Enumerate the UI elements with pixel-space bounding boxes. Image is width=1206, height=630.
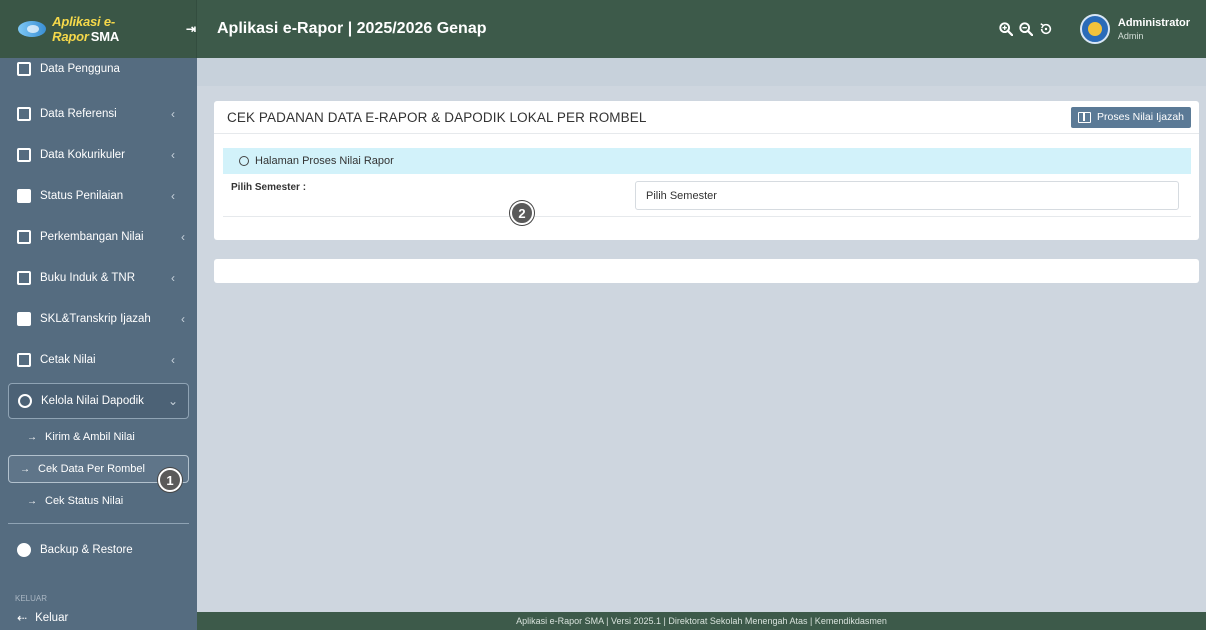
sidebar-item-perkembangan-nilai[interactable]: Perkembangan Nilai ‹ <box>0 219 197 255</box>
top-bar: Aplikasi e-Rapor SMA ⇥ Aplikasi e-Rapor |… <box>0 0 1206 58</box>
sidebar-item-backup-restore[interactable]: Backup & Restore <box>0 532 197 568</box>
logout-link[interactable]: ⇠ Keluar <box>0 611 197 625</box>
brand[interactable]: Aplikasi e-Rapor SMA ⇥ <box>0 0 197 58</box>
main-card: CEK PADANAN DATA E-RAPOR & DAPODIK LOKAL… <box>214 101 1199 240</box>
database-icon <box>17 543 31 557</box>
sidebar: Data Pengguna Data Referensi ‹ Data Koku… <box>0 58 197 630</box>
chevron-left-icon: ‹ <box>181 230 185 244</box>
section-label-keluar: KELUAR <box>15 594 48 603</box>
columns-icon <box>1078 111 1092 123</box>
sidebar-item-data-referensi[interactable]: Data Referensi ‹ <box>0 96 197 132</box>
sidebar-subitem-cek-data-per-rombel[interactable]: → Cek Data Per Rombel 1 <box>8 455 189 492</box>
chevron-down-icon: ⌄ <box>167 394 178 408</box>
page-title: Aplikasi e-Rapor | 2025/2026 Genap <box>217 20 487 37</box>
content-header-strip <box>197 58 1206 86</box>
sidebar-item-data-kokurikuler[interactable]: Data Kokurikuler ‹ <box>0 137 197 173</box>
file-icon <box>17 312 31 326</box>
proses-nilai-ijazah-button[interactable]: Proses Nilai Ijazah <box>1071 106 1191 128</box>
sidebar-item-buku-induk[interactable]: Buku Induk & TNR ‹ <box>0 260 197 296</box>
chevron-left-icon: ‹ <box>171 353 175 367</box>
database-icon <box>18 394 32 408</box>
sidebar-subitem-kirim-ambil-nilai[interactable]: → Kirim & Ambil Nilai <box>8 423 189 451</box>
step-badge-1: 1 <box>158 468 182 492</box>
chevron-left-icon: ‹ <box>181 312 185 326</box>
arrow-right-icon: → <box>27 495 37 507</box>
user-name: Administrator <box>1117 17 1190 29</box>
circle-icon <box>239 156 249 166</box>
submenu-kelola-nilai: → Kirim & Ambil Nilai → Cek Data Per Rom… <box>8 423 189 524</box>
info-bar: Halaman Proses Nilai Rapor <box>223 148 1191 174</box>
user-list-icon <box>17 62 31 76</box>
document-icon <box>17 148 31 162</box>
printer-icon <box>17 353 31 367</box>
card-title: CEK PADANAN DATA E-RAPOR & DAPODIK LOKAL… <box>227 109 647 125</box>
sidebar-item-skl-transkrip[interactable]: SKL&Transkrip Ijazah ‹ <box>0 301 197 337</box>
semester-select[interactable]: Pilih Semester <box>635 181 1179 210</box>
monitor-icon <box>17 107 31 121</box>
sidebar-subitem-cek-status-nilai[interactable]: → Cek Status Nilai <box>8 487 189 515</box>
footer: Aplikasi e-Rapor SMA | Versi 2025.1 | Di… <box>197 612 1206 630</box>
bar-chart-icon <box>17 230 31 244</box>
semester-form-row: Pilih Semester : 2 Pilih Semester <box>223 177 1191 225</box>
book-icon <box>17 271 31 285</box>
empty-card <box>214 259 1199 283</box>
arrow-right-icon: → <box>27 431 37 443</box>
chevron-left-icon: ‹ <box>171 107 175 121</box>
toolbar <box>998 21 1054 37</box>
semester-label: Pilih Semester : <box>231 182 307 193</box>
chevron-left-icon: ‹ <box>171 189 175 203</box>
chevron-left-icon: ‹ <box>171 148 175 162</box>
user-menu[interactable]: Administrator Admin <box>1118 17 1190 41</box>
zoom-reset-icon[interactable] <box>1038 21 1054 37</box>
zoom-out-icon[interactable] <box>1018 21 1034 37</box>
avatar[interactable] <box>1079 14 1110 44</box>
step-badge-2: 2 <box>510 201 534 225</box>
sidebar-item-data-pengguna[interactable]: Data Pengguna <box>0 58 197 80</box>
zoom-in-icon[interactable] <box>998 21 1014 37</box>
sidebar-item-status-penilaian[interactable]: Status Penilaian ‹ <box>0 178 197 214</box>
app-logo-icon <box>18 21 47 37</box>
user-role: Admin <box>1117 31 1144 41</box>
chevron-left-icon: ‹ <box>171 271 175 285</box>
logout-icon: ⇠ <box>17 611 28 625</box>
arrow-right-icon: → <box>20 463 30 475</box>
sidebar-item-kelola-nilai-dapodik[interactable]: Kelola Nilai Dapodik ⌄ <box>8 383 189 419</box>
activity-icon <box>17 189 31 203</box>
card-header: CEK PADANAN DATA E-RAPOR & DAPODIK LOKAL… <box>214 101 1199 134</box>
sidebar-item-cetak-nilai[interactable]: Cetak Nilai ‹ <box>0 342 197 378</box>
brand-name: Aplikasi e-Rapor SMA <box>52 14 120 44</box>
sidebar-collapse-icon[interactable]: ⇥ <box>186 22 196 36</box>
